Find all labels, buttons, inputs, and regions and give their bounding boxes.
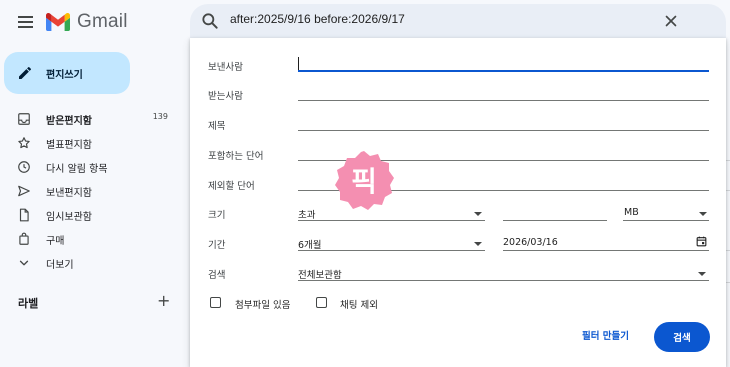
advanced-search-panel: 보낸사람 받는사람 제목 포함하는 단어 제외할 단어 크기 초과 MB 기간 …: [190, 38, 726, 367]
compose-label: 편지쓰기: [46, 70, 83, 81]
sidebar-item-label: 더보기: [46, 260, 74, 271]
has-attachment-label[interactable]: 첨부파일 있음: [235, 297, 290, 311]
search-in-value: 전체보관함: [298, 270, 342, 281]
subject-label: 제목: [208, 121, 226, 132]
create-filter-button[interactable]: 필터 만들기: [582, 328, 629, 342]
size-unit-underline: [623, 220, 709, 221]
send-icon: [18, 185, 30, 197]
gmail-logo[interactable]: Gmail: [46, 11, 128, 33]
text-cursor: [298, 57, 299, 70]
inbox-icon: [18, 113, 30, 125]
search-button[interactable]: 검색: [654, 322, 710, 352]
sidebar-item-label: 임시보관함: [46, 212, 92, 223]
app-name: Gmail: [77, 11, 128, 32]
doesnt-have-label: 제외할 단어: [208, 181, 255, 192]
size-unit-select[interactable]: MB: [623, 204, 709, 220]
date-range-value: 6개월: [298, 240, 322, 251]
to-label: 받는사람: [208, 91, 243, 102]
sidebar-item-more[interactable]: 더보기: [0, 251, 180, 275]
star-icon: [18, 137, 30, 149]
search-in-underline: [298, 280, 709, 281]
size-label: 크기: [208, 210, 226, 221]
close-icon[interactable]: [662, 12, 680, 30]
to-field-underline[interactable]: [298, 100, 709, 101]
search-bar[interactable]: after:2025/9/16 before:2026/9/17: [190, 4, 726, 38]
size-operator-underline: [298, 220, 485, 221]
dropdown-arrow-icon: [698, 272, 706, 276]
sidebar-item-label: 받은편지함: [46, 116, 92, 127]
search-in-select[interactable]: 전체보관함: [298, 264, 709, 281]
search-icon[interactable]: [200, 11, 220, 31]
clock-icon: [18, 161, 30, 173]
calendar-icon[interactable]: [695, 235, 708, 248]
dropdown-arrow-icon: [474, 242, 482, 246]
date-label: 기간: [208, 240, 226, 251]
pencil-icon: [19, 66, 32, 79]
sidebar-item-inbox[interactable]: 받은편지함 139: [0, 107, 180, 131]
sidebar-item-label: 다시 알림 항목: [46, 164, 108, 175]
date-field-underline[interactable]: [503, 250, 709, 251]
date-range-select[interactable]: 6개월: [298, 234, 485, 251]
sidebar-item-label: 보낸편지함: [46, 188, 92, 199]
sidebar-nav: 받은편지함 139 별표편지함 다시 알림 항목 보낸편지함 임시보관함 구매: [0, 107, 180, 275]
sidebar-item-sent[interactable]: 보낸편지함: [0, 179, 180, 203]
add-label-button[interactable]: +: [157, 293, 170, 309]
dropdown-arrow-icon: [474, 212, 482, 216]
size-operator-value: 초과: [298, 210, 316, 221]
chevron-down-icon: [19, 260, 29, 266]
has-attachment-checkbox[interactable]: [210, 297, 221, 308]
gmail-m-icon: [46, 13, 70, 31]
sidebar-item-label: 구매: [46, 236, 65, 247]
watermark-text: 픽: [351, 165, 377, 198]
unread-count: 139: [152, 112, 168, 121]
size-value-underline[interactable]: [503, 220, 607, 221]
watermark-badge: 픽: [333, 149, 395, 211]
main-menu-button[interactable]: [14, 10, 38, 34]
draft-icon: [19, 208, 29, 222]
dropdown-arrow-icon: [699, 212, 707, 216]
sidebar-item-drafts[interactable]: 임시보관함: [0, 203, 180, 227]
sidebar-item-label: 별표편지함: [46, 140, 92, 151]
search-in-label: 검색: [208, 270, 226, 281]
exclude-chats-label[interactable]: 채팅 제외: [340, 297, 378, 311]
subject-field-underline[interactable]: [298, 130, 709, 131]
shopping-bag-icon: [19, 232, 29, 245]
date-field[interactable]: 2026/03/16: [503, 237, 558, 248]
labels-heading: 라벨: [18, 297, 39, 310]
search-query[interactable]: after:2025/9/16 before:2026/9/17: [230, 12, 405, 26]
from-label: 보낸사람: [208, 62, 243, 73]
has-words-label: 포함하는 단어: [208, 151, 264, 162]
from-field-underline[interactable]: [298, 70, 709, 72]
sidebar-item-snoozed[interactable]: 다시 알림 항목: [0, 155, 180, 179]
compose-button[interactable]: 편지쓰기: [4, 52, 130, 94]
sidebar-item-purchases[interactable]: 구매: [0, 227, 180, 251]
size-unit-value: MB: [624, 207, 639, 218]
date-range-underline: [298, 250, 485, 251]
sidebar-item-starred[interactable]: 별표편지함: [0, 131, 180, 155]
exclude-chats-checkbox[interactable]: [316, 297, 327, 308]
